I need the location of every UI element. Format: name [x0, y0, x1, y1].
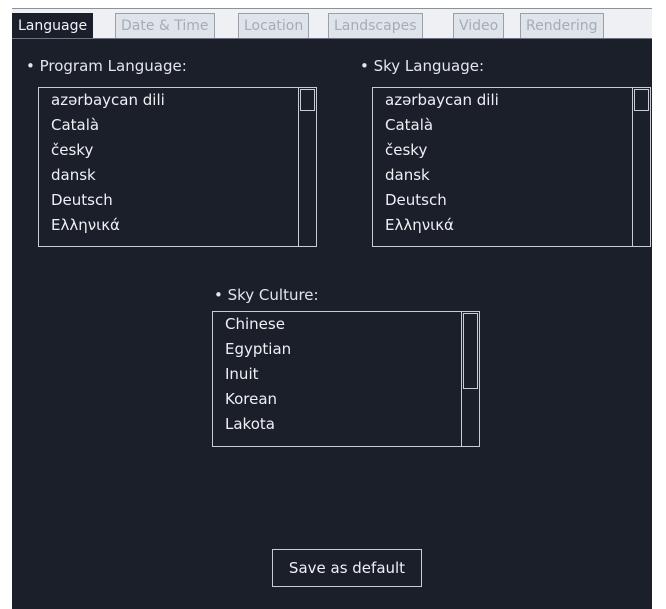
sky-culture-list[interactable]: Chinese Egyptian Inuit Korean Lakota [212, 311, 480, 447]
scrollbar[interactable] [632, 88, 650, 246]
tab-language[interactable]: Language [12, 13, 94, 39]
tab-date-time[interactable]: Date & Time [115, 13, 215, 39]
list-item[interactable]: azərbaycan dili [373, 88, 650, 113]
list-item[interactable]: Lakota [213, 412, 479, 437]
list-item[interactable]: dansk [39, 163, 316, 188]
program-language-label: • Program Language: [26, 57, 187, 75]
tab-landscapes[interactable]: Landscapes [328, 13, 423, 39]
tab-bar: Language Date & Time Location Landscapes… [12, 9, 652, 39]
sky-language-label: • Sky Language: [360, 57, 485, 75]
list-item[interactable]: Català [373, 113, 650, 138]
list-item[interactable]: azərbaycan dili [39, 88, 316, 113]
list-item[interactable]: Català [39, 113, 316, 138]
list-item[interactable]: Korean [213, 387, 479, 412]
tab-rendering[interactable]: Rendering [520, 13, 604, 39]
list-item[interactable]: Deutsch [373, 188, 650, 213]
list-item[interactable]: Chinese [213, 312, 479, 337]
tab-video[interactable]: Video [453, 13, 505, 39]
scrollbar-thumb[interactable] [463, 313, 478, 389]
list-item[interactable]: Inuit [213, 362, 479, 387]
list-item[interactable]: Egyptian [213, 337, 479, 362]
configuration-window: Language Date & Time Location Landscapes… [12, 8, 652, 609]
scrollbar[interactable] [298, 88, 316, 246]
program-language-list[interactable]: azərbaycan dili Català česky dansk Deuts… [38, 87, 317, 247]
scrollbar[interactable] [461, 312, 479, 446]
tab-location[interactable]: Location [238, 13, 310, 39]
scrollbar-thumb[interactable] [634, 89, 649, 111]
tab-bar-divider [12, 38, 652, 39]
sky-culture-label: • Sky Culture: [214, 286, 319, 304]
list-item[interactable]: česky [373, 138, 650, 163]
list-item[interactable]: dansk [373, 163, 650, 188]
list-item[interactable]: Deutsch [39, 188, 316, 213]
list-item[interactable]: česky [39, 138, 316, 163]
list-item[interactable]: Ελληνικά [373, 213, 650, 238]
sky-language-list[interactable]: azərbaycan dili Català česky dansk Deuts… [372, 87, 651, 247]
save-as-default-button[interactable]: Save as default [272, 549, 422, 587]
scrollbar-thumb[interactable] [300, 89, 315, 111]
list-item[interactable]: Ελληνικά [39, 213, 316, 238]
